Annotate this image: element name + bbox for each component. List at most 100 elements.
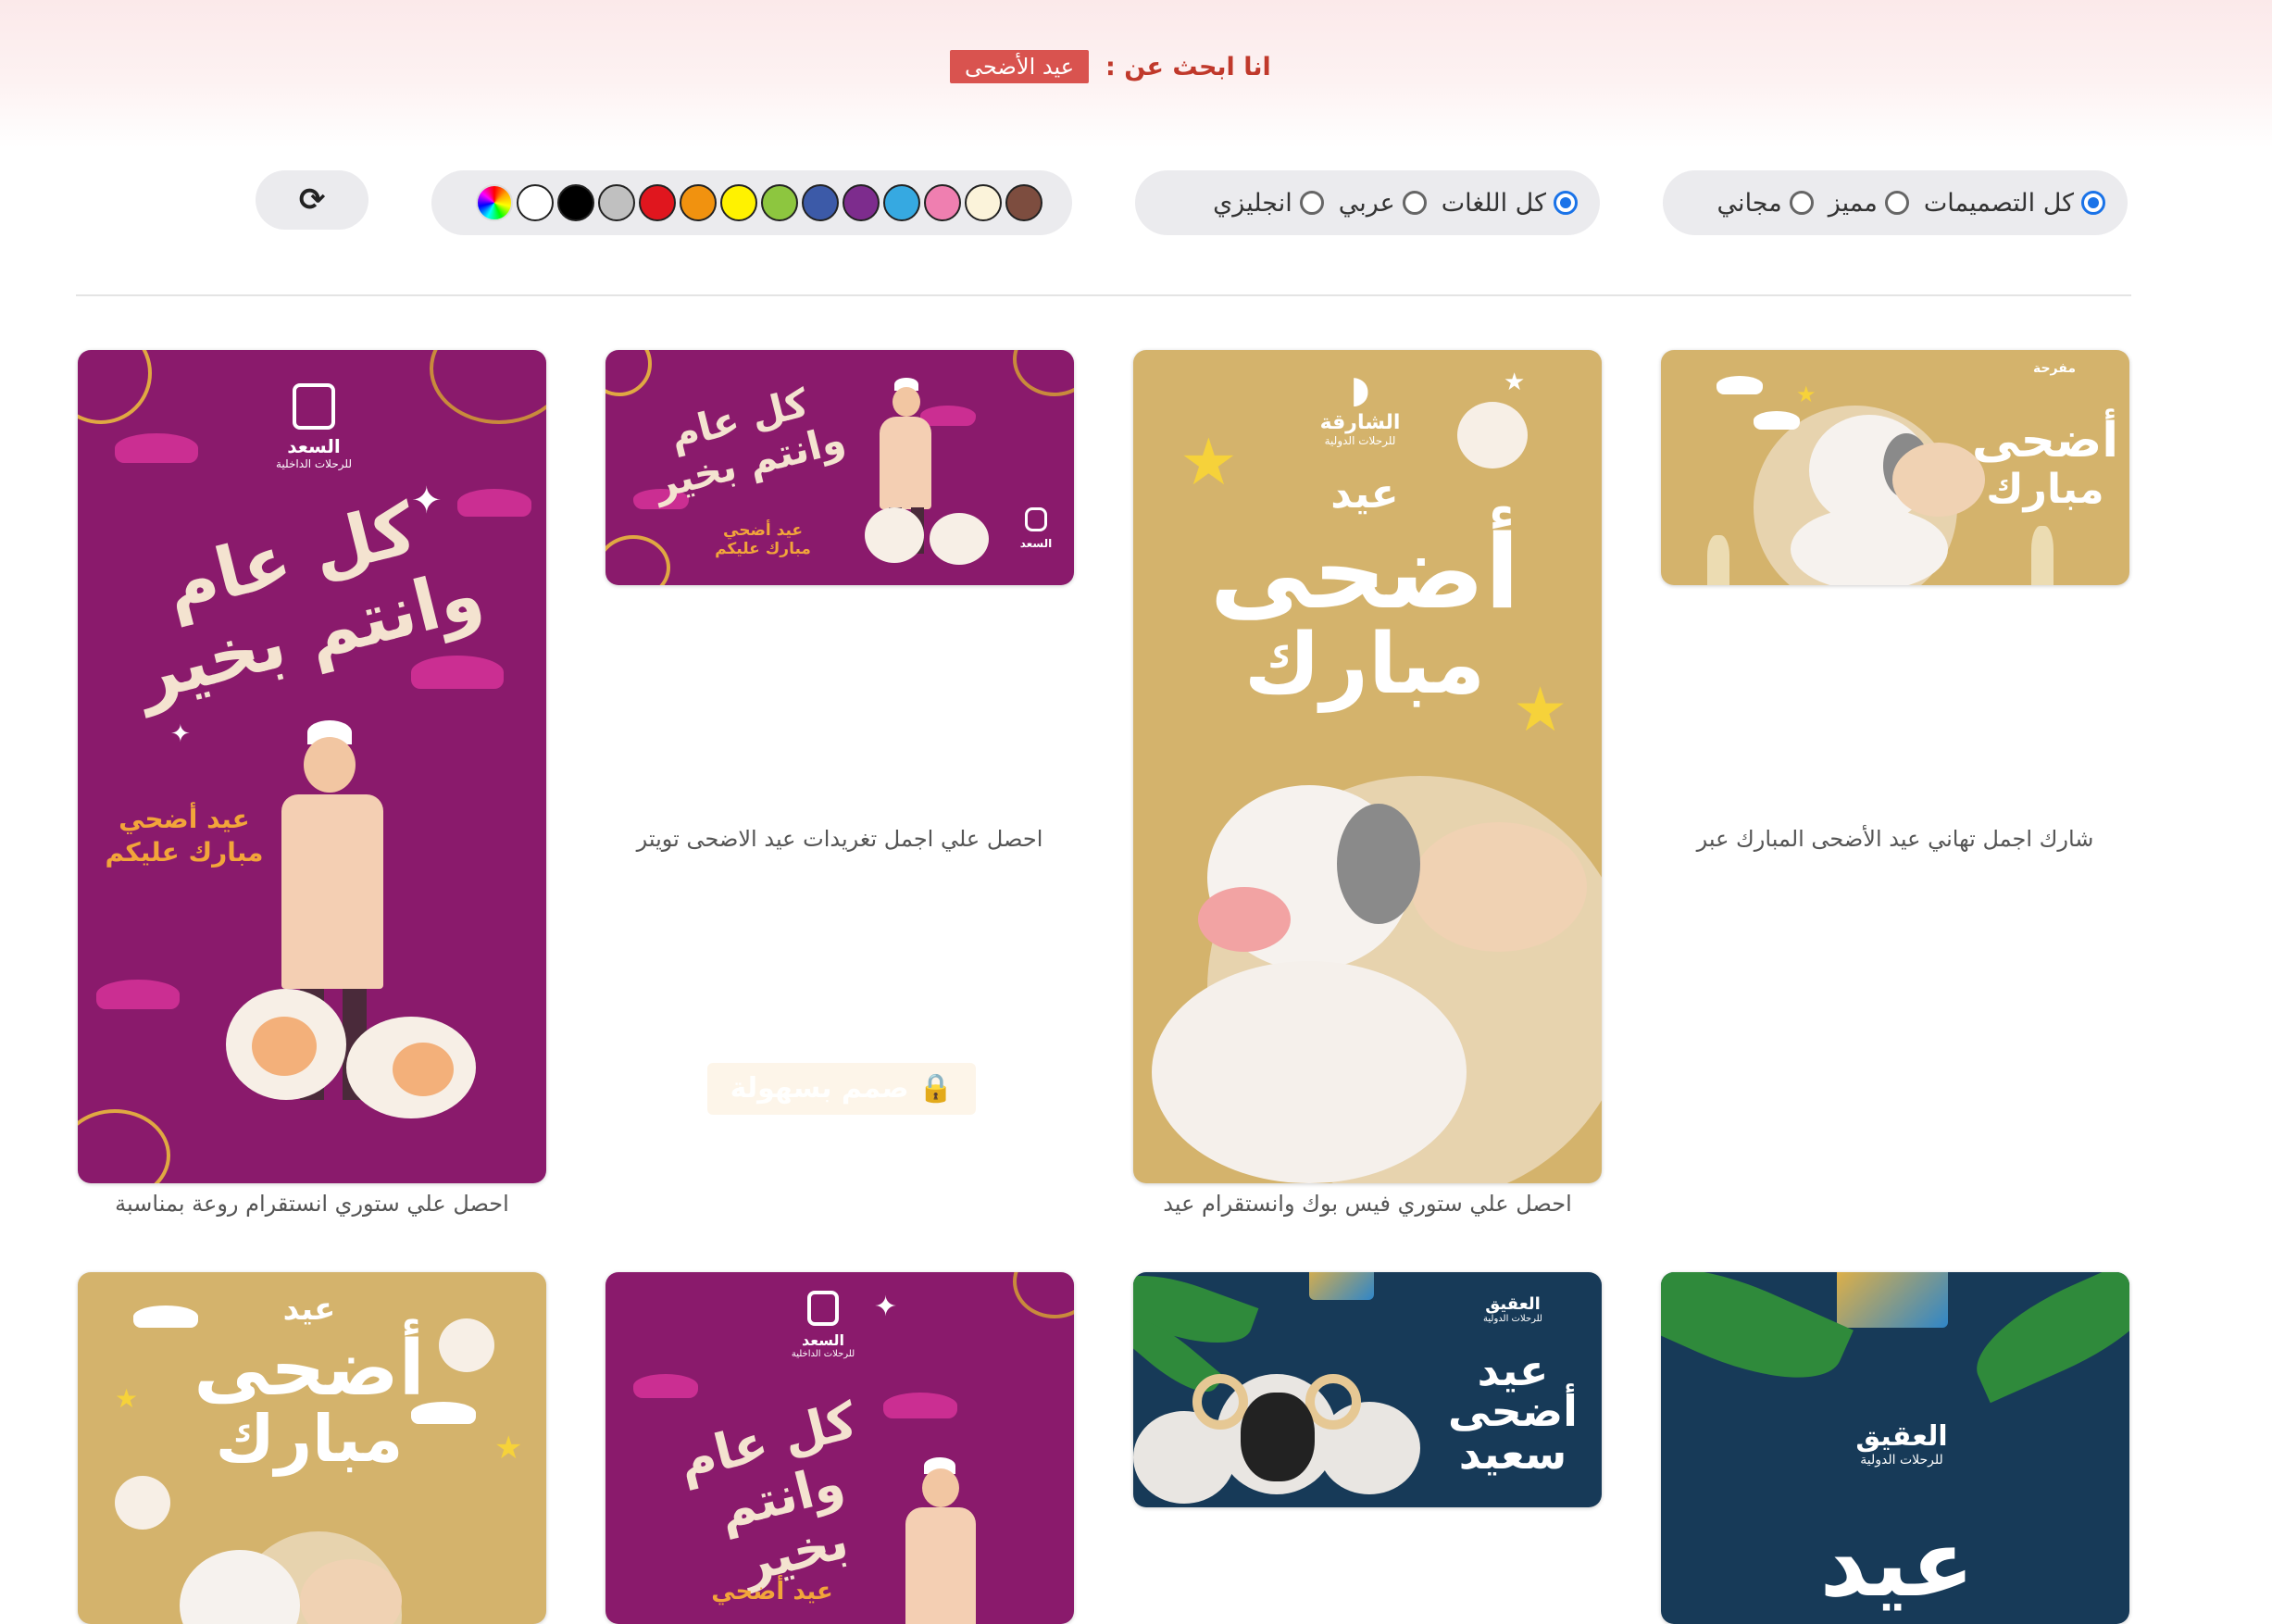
ornament — [605, 535, 670, 585]
ornament — [78, 1109, 170, 1183]
divider — [76, 294, 2131, 296]
color-swatch[interactable] — [1005, 184, 1042, 221]
color-swatch[interactable] — [517, 184, 554, 221]
search-summary: انا ابحث عن : عيد الأضحى — [950, 50, 1271, 83]
cloud — [883, 1393, 957, 1418]
mubarak-title: مبارك — [215, 1401, 404, 1477]
cloud — [411, 656, 504, 689]
ornament — [1013, 1272, 1074, 1318]
sheep-illustration — [1457, 402, 1528, 468]
suitcase-icon — [1025, 507, 1047, 531]
color-swatch[interactable] — [557, 184, 594, 221]
color-swatch[interactable] — [965, 184, 1002, 221]
design-card-eid-gold[interactable]: ★ ★ عيد أضحى مبارك — [78, 1272, 546, 1624]
brand-logo: ◗ الشارقة للرحلات الدولية — [1309, 369, 1411, 447]
filter-premium[interactable]: مميز — [1829, 189, 1909, 218]
sheep-face — [252, 1017, 317, 1076]
mubarak-title: مبارك — [1243, 616, 1486, 713]
color-swatch-all[interactable] — [476, 184, 513, 221]
palm-leaf — [1661, 1272, 1854, 1406]
filter-free[interactable]: مجاني — [1717, 189, 1814, 218]
filter-all-languages[interactable]: كل اللغات — [1442, 189, 1578, 218]
calligraphy-title: كل عام وانتم بخير — [649, 380, 850, 508]
color-swatch[interactable] — [680, 184, 717, 221]
color-swatch[interactable] — [924, 184, 961, 221]
design-card-eid-purple[interactable]: ✦ السعد للرحلات الداخلية كل عام وانتم بخ… — [605, 1272, 1074, 1624]
star-icon: ✦ — [170, 720, 191, 748]
color-swatch[interactable] — [639, 184, 676, 221]
ornament — [430, 350, 546, 424]
star-icon: ✦ — [874, 1291, 898, 1323]
mosque-icon — [1707, 535, 1729, 585]
sheep-illustration — [930, 513, 989, 565]
mubarak-title: مبارك — [1986, 466, 2104, 513]
card-caption[interactable]: احصل علي اجمل تغريدات عيد الاضحى تويتر — [605, 826, 1074, 852]
ornament — [1837, 1272, 1948, 1328]
filter-label: انجليزي — [1213, 188, 1292, 218]
radio-button[interactable] — [1789, 191, 1814, 215]
ornament — [1013, 350, 1074, 396]
card-caption[interactable]: شارك اجمل تهاني عيد الأضحى المبارك عبر — [1661, 826, 2129, 852]
radio-button[interactable] — [1554, 191, 1578, 215]
design-card-greeting[interactable]: ★ مفرحة أضحى مبارك — [1661, 350, 2129, 585]
design-card-eid-navy[interactable]: العقيق للرحلات الدولية عيد أضحى سعيد — [1133, 1272, 1602, 1507]
color-swatch[interactable] — [761, 184, 798, 221]
radio-button[interactable] — [1402, 191, 1427, 215]
ram-horn — [1192, 1374, 1248, 1430]
filter-label: كل التصميمات — [1923, 188, 2074, 218]
design-card-instagram-story[interactable]: ✦ ✦ السعد للرحلات الداخلية كل عام وانتم … — [78, 350, 546, 1183]
radio-button[interactable] — [2081, 191, 2105, 215]
ram-horn — [1305, 1374, 1361, 1430]
filter-all-designs[interactable]: كل التصميمات — [1924, 189, 2105, 218]
radio-button[interactable] — [1299, 191, 1324, 215]
color-swatch[interactable] — [720, 184, 757, 221]
reset-filters-button[interactable]: ⟳ — [256, 170, 368, 230]
ornament — [1309, 1272, 1374, 1300]
star-icon: ★ — [1796, 381, 1816, 407]
color-swatch[interactable] — [843, 184, 880, 221]
brand-logo: العقيق للرحلات الدولية — [1483, 1294, 1542, 1324]
greeting-line-2: مبارك عليكم — [715, 540, 811, 558]
filter-english[interactable]: انجليزي — [1213, 189, 1324, 218]
goat-illustration — [1152, 961, 1467, 1183]
card-caption[interactable]: احصل علي ستوري فيس بوك وانستقرام عيد — [1133, 1191, 1602, 1217]
color-swatch[interactable] — [883, 184, 920, 221]
cloud — [1716, 376, 1763, 394]
radio-button[interactable] — [1884, 191, 1909, 215]
eid-label: عيد — [1330, 470, 1399, 518]
card-caption[interactable]: احصل علي ستوري انستقرام روعة بمناسبة — [78, 1191, 546, 1217]
brand-logo: السعد للرحلات الداخلية — [781, 1291, 865, 1359]
brand-logo: العقيق للرحلات الدولية — [1855, 1420, 1948, 1468]
color-filter — [431, 170, 1072, 235]
suitcase-icon — [807, 1291, 839, 1326]
eid-title: عيد — [1819, 1509, 1975, 1618]
color-swatch[interactable] — [802, 184, 839, 221]
goat-illustration — [1791, 507, 1948, 585]
adha-title: أضحى — [1971, 413, 2119, 468]
logo-emblem-icon: ◗ — [1350, 369, 1370, 411]
filter-label: كل اللغات — [1441, 188, 1546, 218]
ornament — [605, 350, 652, 396]
cloud — [633, 1374, 698, 1398]
design-card-eid-navy-story[interactable]: العقيق للرحلات الدولية عيد — [1661, 1272, 2129, 1624]
sheep-illustration — [865, 507, 924, 563]
search-label: انا ابحث عن : — [1105, 52, 1271, 81]
sheep-illustration — [115, 1476, 170, 1530]
design-card-facebook-story[interactable]: ★ ★ ★ ◗ الشارقة للرحلات الدولية عيد أضحى… — [1133, 350, 1602, 1183]
cloud — [920, 406, 976, 426]
brand-logo: مفرحة — [2032, 361, 2077, 376]
brand-logo: السعد — [1013, 507, 1059, 550]
cow-spot — [1337, 804, 1420, 924]
mosque-icon — [2031, 526, 2054, 585]
ram-face — [1241, 1393, 1315, 1481]
design-card-twitter-post[interactable]: كل عام وانتم بخير عيد أضحي مبارك عليكم ا… — [605, 350, 1074, 585]
filter-label: مجاني — [1716, 188, 1782, 218]
color-swatch[interactable] — [598, 184, 635, 221]
filter-arabic[interactable]: عربي — [1339, 189, 1427, 218]
search-term-tag[interactable]: عيد الأضحى — [950, 50, 1090, 83]
greeting-line-1: عيد أضحي — [119, 804, 250, 834]
adha-title: أضحى — [1209, 513, 1520, 631]
cloud — [96, 980, 180, 1009]
refresh-icon: ⟳ — [298, 181, 326, 219]
palm-leaf — [1960, 1272, 2129, 1404]
